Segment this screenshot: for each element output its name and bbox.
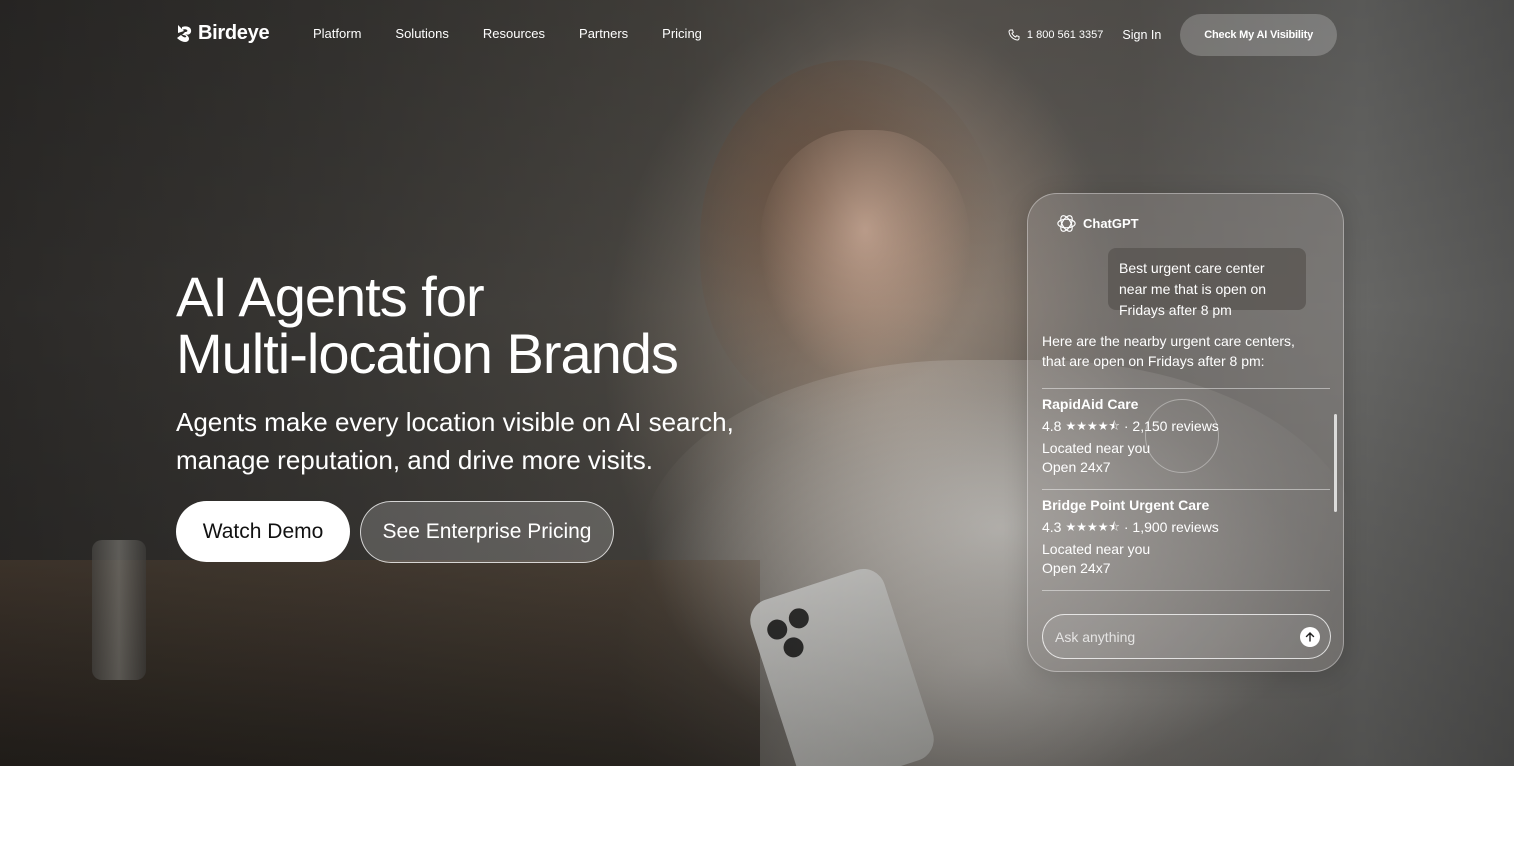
nav-link-partners[interactable]: Partners bbox=[579, 26, 628, 41]
nav-link-pricing[interactable]: Pricing bbox=[662, 26, 702, 41]
headline-line-2: Multi-location Brands bbox=[176, 322, 679, 385]
sign-in-link[interactable]: Sign In bbox=[1122, 28, 1161, 42]
chat-scrollbar[interactable] bbox=[1334, 414, 1337, 512]
nav-link-solutions[interactable]: Solutions bbox=[395, 26, 448, 41]
result-divider bbox=[1042, 590, 1330, 591]
nav-links: Platform Solutions Resources Partners Pr… bbox=[313, 26, 736, 41]
arrow-up-icon bbox=[1305, 632, 1315, 642]
star-rating-icon: ★★★★⯪ bbox=[1065, 520, 1120, 534]
hero-subheading: Agents make every location visible on AI… bbox=[176, 407, 734, 475]
page-below-hero bbox=[0, 766, 1514, 851]
watch-demo-button[interactable]: Watch Demo bbox=[176, 501, 350, 562]
nav-link-platform[interactable]: Platform bbox=[313, 26, 361, 41]
result-rating-value: 4.8 bbox=[1042, 418, 1062, 434]
result-review-count: · 1,900 reviews bbox=[1123, 519, 1219, 535]
brand-name: Birdeye bbox=[198, 22, 270, 44]
birdeye-logo-icon bbox=[177, 25, 192, 42]
brand-logo[interactable]: Birdeye bbox=[176, 22, 270, 45]
chat-preview-card: ChatGPT Best urgent care center near me … bbox=[1027, 193, 1344, 672]
chatgpt-icon bbox=[1057, 215, 1076, 232]
ask-anything-input[interactable] bbox=[1043, 615, 1283, 658]
assistant-intro-text: Here are the nearby urgent care centers,… bbox=[1042, 333, 1295, 369]
result-location: Located near you bbox=[1042, 541, 1151, 557]
hero-section: Birdeye Platform Solutions Resources Par… bbox=[0, 0, 1514, 766]
star-rating-icon: ★★★★⯪ bbox=[1065, 419, 1120, 433]
headline-line-1: AI Agents for bbox=[176, 265, 485, 328]
phone-link[interactable]: 1 800 561 3357 bbox=[1008, 29, 1103, 41]
check-ai-visibility-button[interactable]: Check My AI Visibility bbox=[1180, 14, 1337, 56]
phone-icon bbox=[1008, 29, 1020, 41]
phone-number: 1 800 561 3357 bbox=[1026, 29, 1104, 41]
user-message-bubble: Best urgent care center near me that is … bbox=[1108, 248, 1306, 318]
hero-buttons: Watch Demo See Enterprise Pricing bbox=[176, 501, 614, 563]
chat-header: ChatGPT bbox=[1055, 212, 1139, 235]
hero-headline: AI Agents for Multi-location Brands bbox=[176, 265, 679, 385]
result-hours: Open 24x7 bbox=[1042, 560, 1111, 576]
chat-app-name: ChatGPT bbox=[1083, 216, 1139, 231]
top-navigation: Birdeye Platform Solutions Resources Par… bbox=[0, 0, 1514, 70]
result-rating-row: 4.3 ★★★★⯪ · 1,900 reviews bbox=[1042, 517, 1330, 537]
result-item[interactable]: Bridge Point Urgent Care 4.3 ★★★★⯪ · 1,9… bbox=[1042, 490, 1330, 590]
send-button[interactable] bbox=[1300, 627, 1320, 647]
nav-right: 1 800 561 3357 Sign In Check My AI Visib… bbox=[1008, 14, 1337, 56]
ask-input-container bbox=[1042, 614, 1331, 659]
nav-link-resources[interactable]: Resources bbox=[483, 26, 545, 41]
result-name: Bridge Point Urgent Care bbox=[1042, 497, 1210, 513]
result-rating-value: 4.3 bbox=[1042, 519, 1062, 535]
tap-ripple-indicator bbox=[1145, 399, 1219, 473]
enterprise-pricing-button[interactable]: See Enterprise Pricing bbox=[360, 501, 614, 563]
